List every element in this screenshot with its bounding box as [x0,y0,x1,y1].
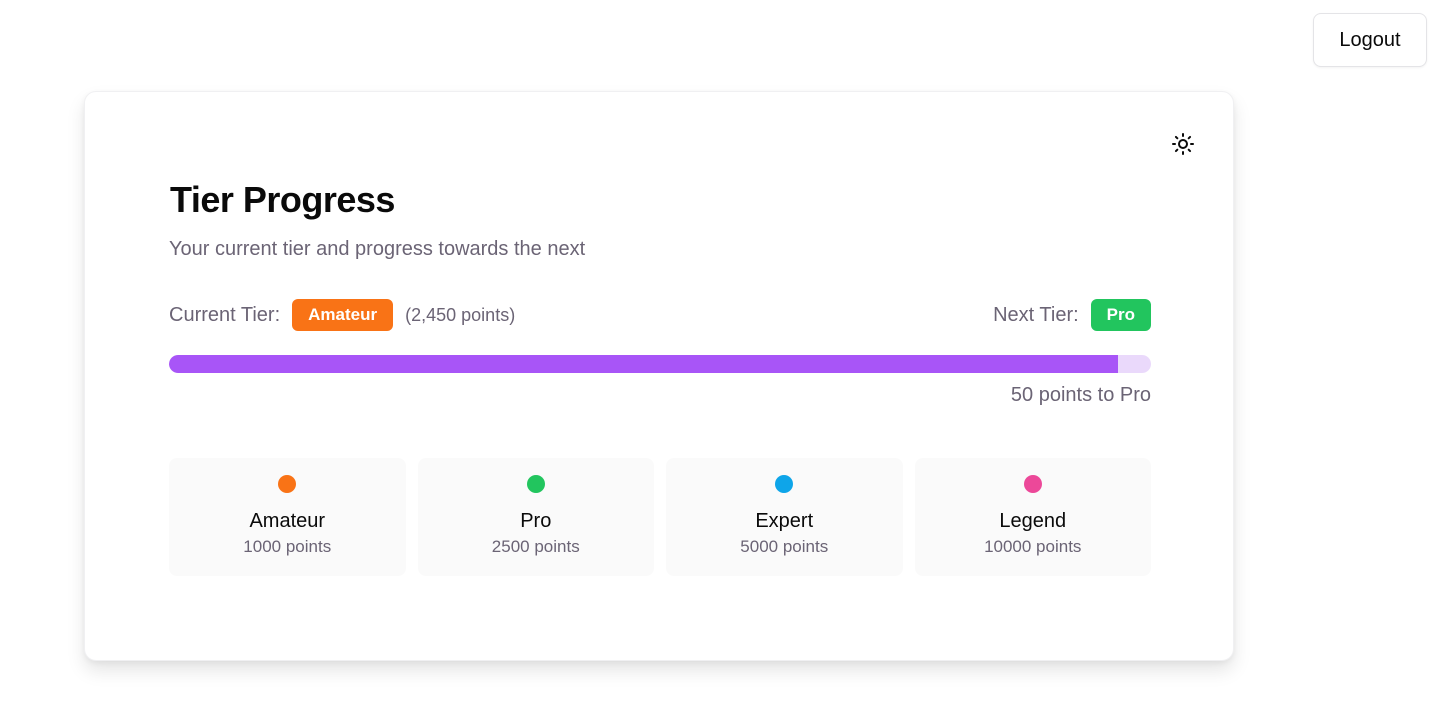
tier-dot-icon [526,475,545,493]
next-tier-badge: Pro [1090,299,1151,331]
tiers-list: Amateur 1000 points Pro 2500 points Expe… [169,458,1151,576]
progress-caption: 50 points to Pro [1010,384,1151,406]
tier-dot-icon [775,475,794,493]
tier-status-row: Current Tier: Amateur (2,450 points) Nex… [169,299,1151,331]
current-tier-group: Current Tier: Amateur (2,450 points) [169,299,515,331]
card-subtitle: Your current tier and progress towards t… [169,238,586,260]
tier-points: 1000 points [243,537,332,556]
tier-card-pro: Pro 2500 points [417,458,654,576]
tier-card-expert: Expert 5000 points [666,458,903,576]
tier-points: 2500 points [491,537,580,556]
tier-dot-icon [1023,475,1042,493]
current-tier-label: Current Tier: [169,303,281,326]
current-tier-badge: Amateur [292,299,394,331]
tier-card-amateur: Amateur 1000 points [169,458,406,576]
next-tier-label: Next Tier: [993,303,1079,326]
tier-card-legend: Legend 10000 points [914,458,1151,576]
current-points-note: (2,450 points) [405,304,516,325]
tier-name: Pro [520,510,552,532]
sun-icon [1172,133,1194,155]
tier-progress-card: Tier Progress Your current tier and prog… [84,91,1234,661]
tier-dot-icon [278,475,297,493]
logout-button[interactable]: Logout [1313,13,1427,67]
tier-points: 5000 points [740,537,829,556]
progress-bar-fill [169,355,1118,373]
tier-name: Amateur [249,510,326,532]
card-title: Tier Progress [170,179,395,220]
next-tier-group: Next Tier: Pro [993,299,1151,331]
theme-toggle-button[interactable] [1170,131,1196,157]
progress-bar [169,355,1151,373]
tier-points: 10000 points [984,537,1082,556]
tier-name: Expert [755,510,814,532]
tier-name: Legend [999,510,1067,532]
